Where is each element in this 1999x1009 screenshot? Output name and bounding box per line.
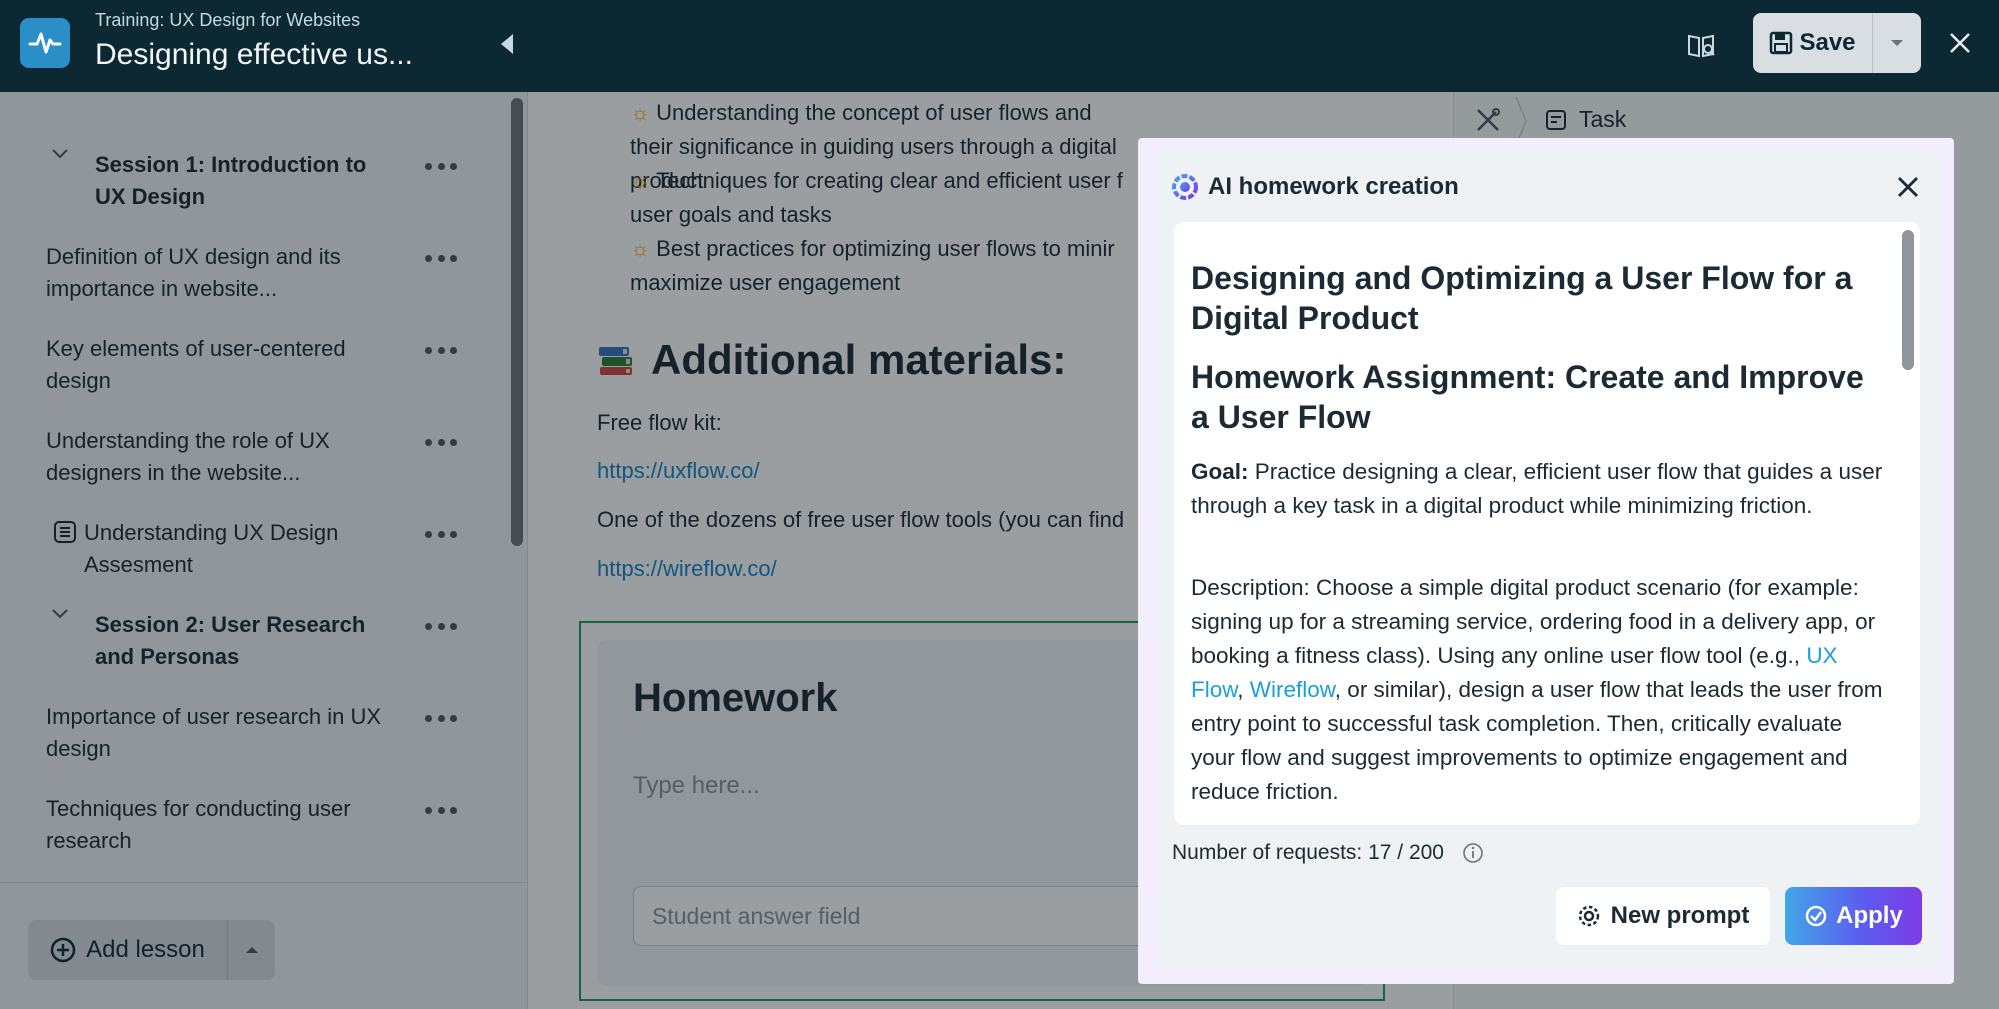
new-prompt-label: New prompt (1610, 902, 1750, 929)
lesson-title: Designing effective us... (95, 38, 413, 71)
save-options-dropdown[interactable] (1873, 13, 1921, 73)
save-button[interactable]: Save (1753, 13, 1873, 73)
generated-title: Designing and Optimizing a User Flow for… (1191, 260, 1853, 336)
check-circle-icon (1805, 905, 1827, 927)
caret-down-icon (1891, 40, 1903, 46)
goal-text: Practice designing a clear, efficient us… (1191, 459, 1883, 518)
ai-sparkle-icon (1172, 174, 1198, 200)
apply-button[interactable]: Apply (1785, 887, 1922, 945)
pulse-icon (28, 32, 62, 54)
book-search-icon (1688, 34, 1715, 58)
save-button-group: Save (1753, 13, 1921, 73)
desc-separator: , (1237, 677, 1250, 702)
collapse-sidebar-button[interactable] (495, 30, 519, 58)
new-prompt-button[interactable]: New prompt (1556, 887, 1770, 945)
requests-text: Number of requests: 17 / 200 (1172, 841, 1444, 864)
goal-label: Goal: (1191, 459, 1249, 484)
generated-subtitle: Homework Assignment: Create and Improve … (1191, 359, 1864, 435)
modal-scrollbar[interactable] (1902, 230, 1914, 370)
triangle-left-icon (501, 34, 513, 54)
desc-start: Description: Choose a simple digital pro… (1191, 575, 1876, 668)
description-paragraph: Description: Choose a simple digital pro… (1191, 571, 1891, 809)
apply-label: Apply (1836, 902, 1903, 929)
close-editor-button[interactable] (1945, 25, 1975, 61)
training-subtitle: Training: UX Design for Websites (95, 10, 361, 30)
modal-title: AI homework creation (1208, 173, 1459, 200)
save-label: Save (1799, 29, 1856, 56)
gear-icon (1578, 905, 1599, 927)
close-icon[interactable] (1895, 174, 1921, 200)
close-icon (1950, 33, 1970, 53)
top-bar: Training: UX Design for Websites Designi… (0, 0, 1999, 92)
requests-counter: Number of requests: 17 / 200 (1172, 841, 1484, 865)
wireflow-inline-link[interactable]: Wireflow (1250, 677, 1335, 702)
floppy-disk-icon (1770, 31, 1793, 55)
goal-paragraph: Goal: Practice designing a clear, effici… (1191, 455, 1891, 523)
preview-button[interactable] (1686, 30, 1716, 60)
app-logo[interactable] (20, 18, 70, 68)
info-icon[interactable] (1462, 842, 1484, 864)
